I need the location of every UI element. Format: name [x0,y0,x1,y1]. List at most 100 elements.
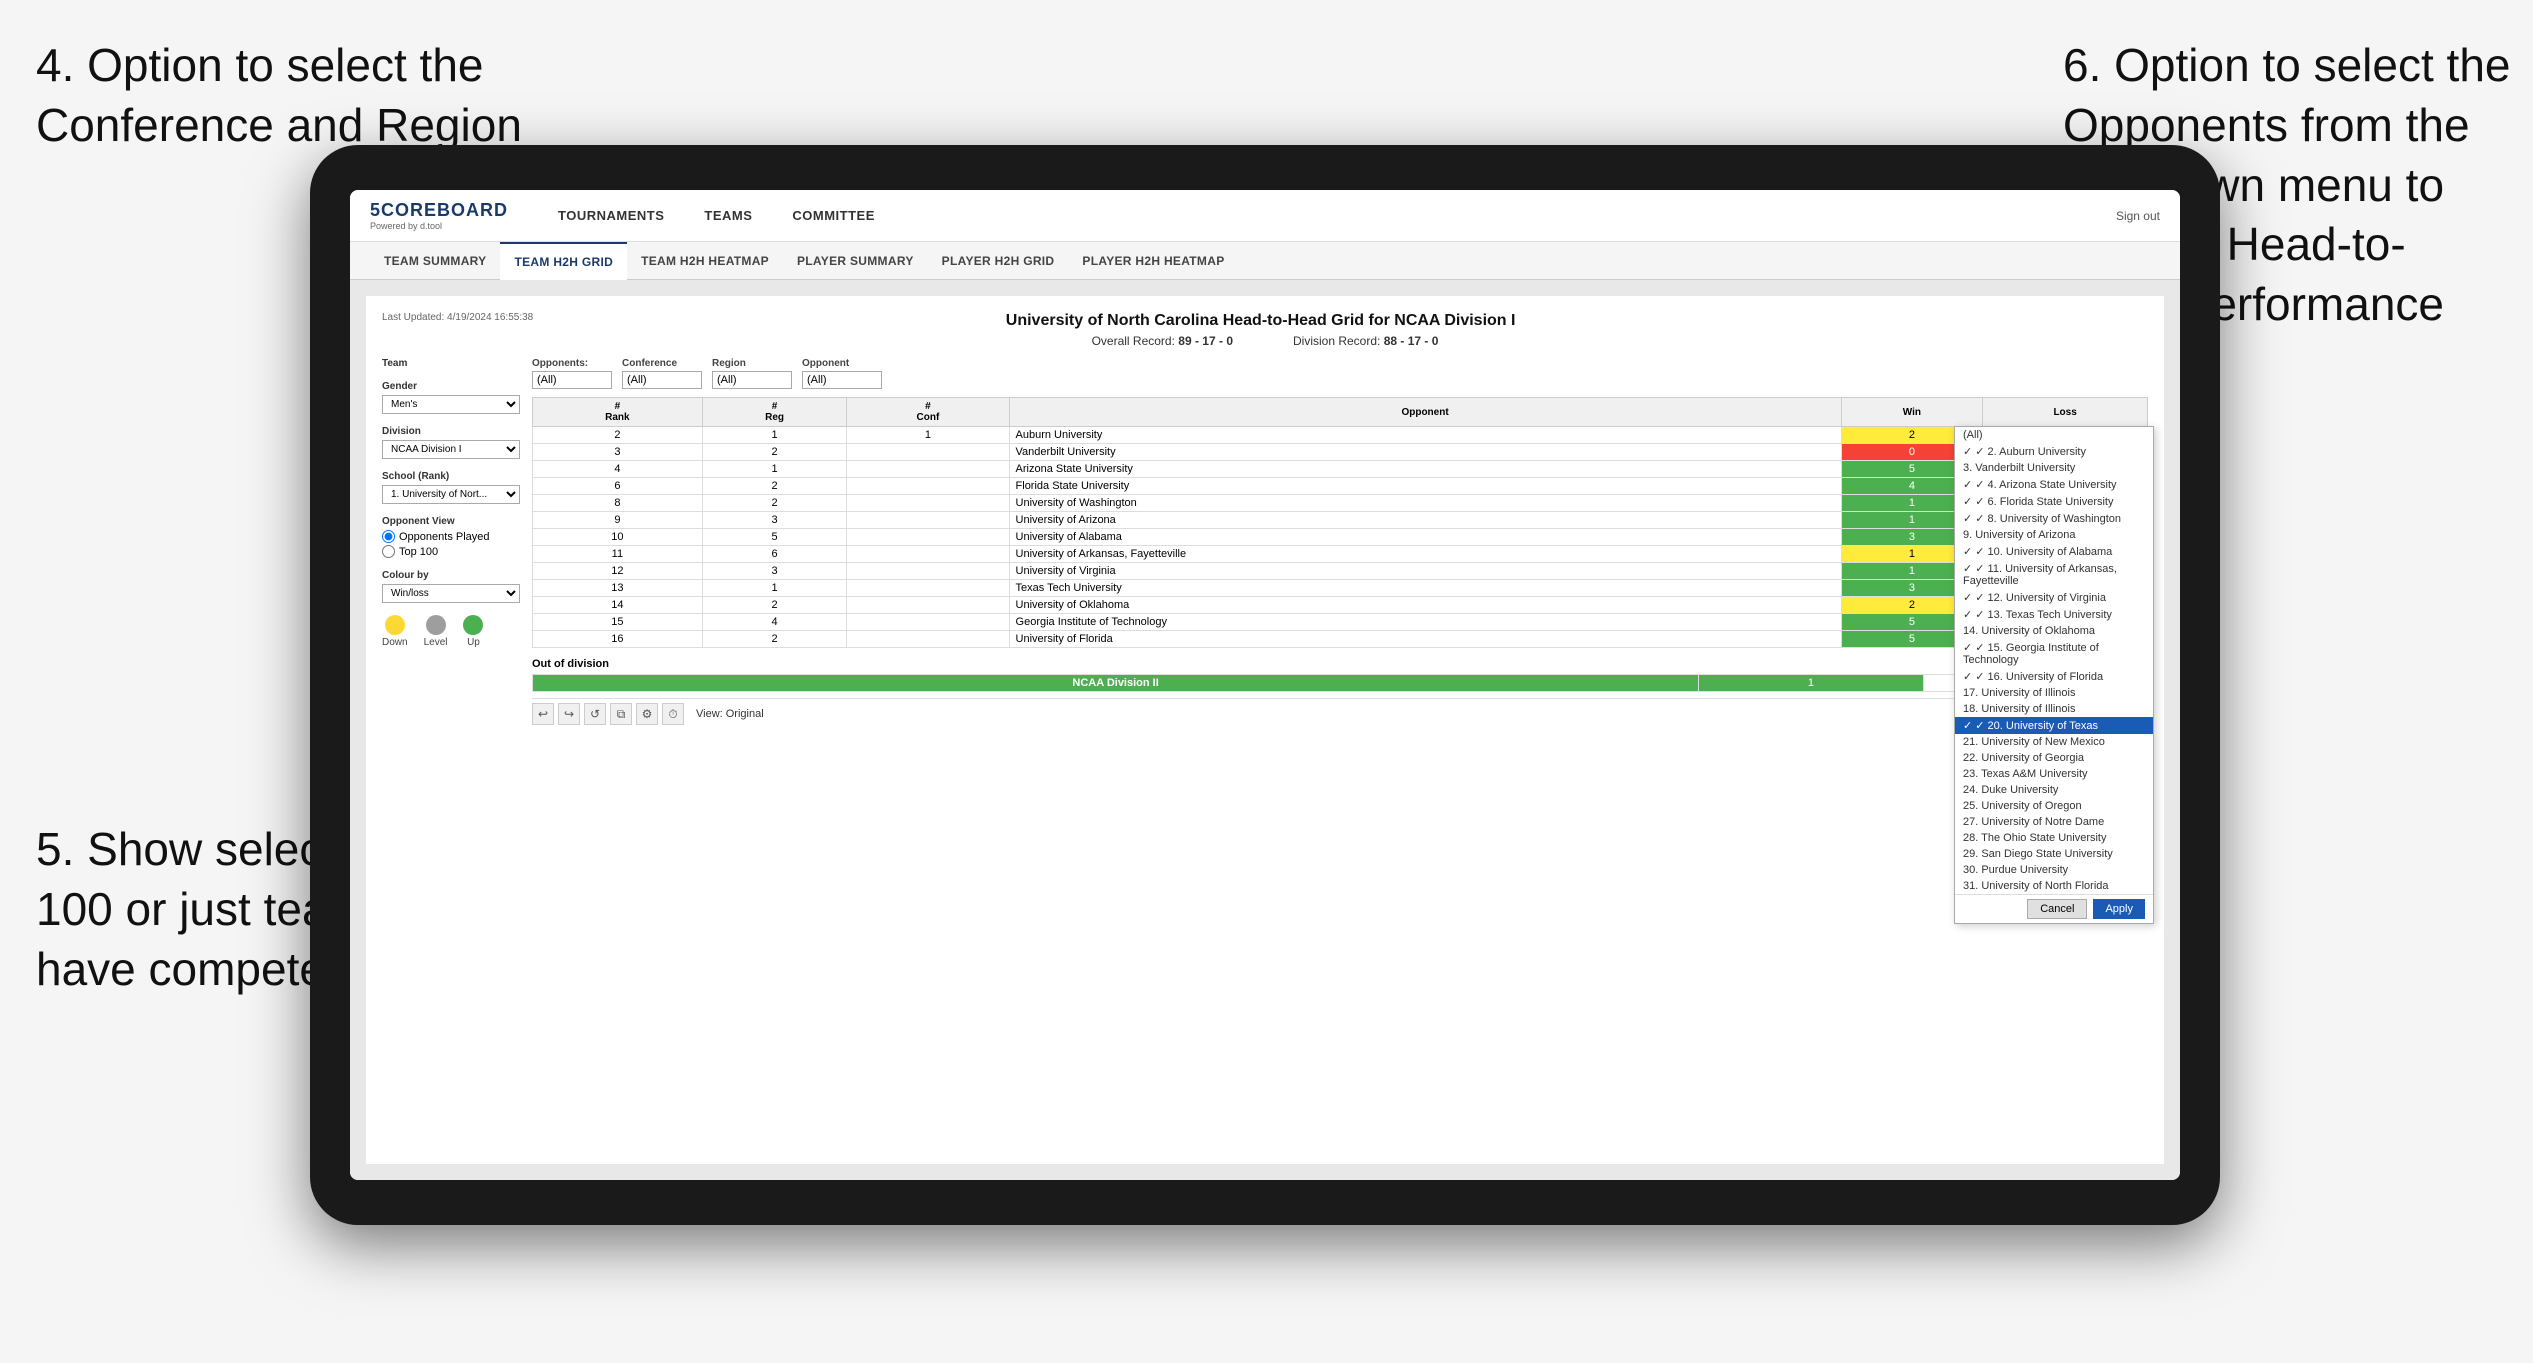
team-section: Team [382,358,520,369]
cancel-button[interactable]: Cancel [2027,899,2087,919]
annotation-top-left: 4. Option to select the Conference and R… [36,36,556,156]
dropdown-item[interactable]: 22. University of Georgia [1955,750,2153,766]
dropdown-item[interactable]: ✓ 16. University of Florida [1955,668,2153,685]
table-header-row: #Rank #Reg #Conf Opponent Win Loss [533,398,2148,427]
dropdown-item[interactable]: ✓ 12. University of Virginia [1955,589,2153,606]
dropdown-item[interactable]: 23. Texas A&M University [1955,766,2153,782]
subnav-player-h2h-heatmap[interactable]: PLAYER H2H HEATMAP [1068,242,1238,280]
subnav-team-h2h-heatmap[interactable]: TEAM H2H HEATMAP [627,242,783,280]
logo-powered: Powered by d.tool [370,221,508,231]
table-row: 2 1 1 Auburn University 2 1 [533,427,2148,444]
dropdown-item[interactable]: ✓ 20. University of Texas [1955,717,2153,734]
undo-button[interactable]: ↩ [532,703,554,725]
col-win: Win [1841,398,1983,427]
dropdown-item[interactable]: ✓ 6. Florida State University [1955,493,2153,510]
dropdown-item[interactable]: 31. University of North Florida [1955,878,2153,894]
legend-down: Down [382,615,408,648]
region-label: Region [712,358,792,369]
cell-reg: 2 [702,597,847,614]
copy-button[interactable]: ⧉ [610,703,632,725]
dropdown-item[interactable]: 9. University of Arizona [1955,527,2153,543]
cell-rank: 4 [533,461,703,478]
subnav-player-summary[interactable]: PLAYER SUMMARY [783,242,928,280]
cell-reg: 1 [702,461,847,478]
cell-reg: 1 [702,427,847,444]
last-updated: Last Updated: 4/19/2024 16:55:38 [382,312,533,323]
legend-up: Up [463,615,483,648]
apply-button[interactable]: Apply [2093,899,2145,919]
dropdown-item[interactable]: 29. San Diego State University [1955,846,2153,862]
nav-committee[interactable]: COMMITTEE [772,190,895,242]
dropdown-item[interactable]: 27. University of Notre Dame [1955,814,2153,830]
dropdown-item[interactable]: ✓ 2. Auburn University [1955,443,2153,460]
filter-row: Opponents: (All) Conference (All) [532,358,2148,389]
cell-rank: 12 [533,563,703,580]
legend-level: Level [424,615,448,648]
nav-signout[interactable]: Sign out [2116,209,2160,223]
table-row: 6 2 Florida State University 4 2 [533,478,2148,495]
cell-rank: 6 [533,478,703,495]
cell-reg: 3 [702,563,847,580]
cell-conf [847,495,1009,512]
cell-opponent: University of Washington [1009,495,1841,512]
gender-select[interactable]: Men's [382,395,520,414]
nav-tournaments[interactable]: TOURNAMENTS [538,190,684,242]
dropdown-item[interactable]: ✓ 10. University of Alabama [1955,543,2153,560]
left-panel: Team Gender Men's Division NCAA Division… [382,358,532,729]
school-select[interactable]: 1. University of Nort... [382,485,520,504]
dropdown-item[interactable]: ✓ 13. Texas Tech University [1955,606,2153,623]
data-table: #Rank #Reg #Conf Opponent Win Loss 2 [532,397,2148,648]
dropdown-item[interactable]: 21. University of New Mexico [1955,734,2153,750]
cell-conf [847,529,1009,546]
cell-conf [847,478,1009,495]
dropdown-item[interactable]: ✓ 8. University of Washington [1955,510,2153,527]
cell-rank: 14 [533,597,703,614]
dropdown-item[interactable]: 24. Duke University [1955,782,2153,798]
cell-reg: 2 [702,478,847,495]
nav-teams[interactable]: TEAMS [684,190,772,242]
radio-opponents-played[interactable]: Opponents Played [382,530,520,543]
dropdown-item[interactable]: (All) [1955,427,2153,443]
col-reg: #Reg [702,398,847,427]
division-select[interactable]: NCAA Division I [382,440,520,459]
region-select[interactable]: (All) [712,371,792,389]
filter-opponent: Opponent (All) [802,358,882,389]
opponents-label: Opponents: [532,358,612,369]
dropdown-item[interactable]: 18. University of Illinois [1955,701,2153,717]
table-row: 9 3 University of Arizona 1 0 [533,512,2148,529]
clock-button[interactable]: ⏱ [662,703,684,725]
subnav-team-h2h-grid[interactable]: TEAM H2H GRID [500,242,627,280]
dropdown-item[interactable]: 17. University of Illinois [1955,685,2153,701]
legend-dot-level [426,615,446,635]
cell-reg: 2 [702,444,847,461]
cell-reg: 1 [702,580,847,597]
dropdown-item[interactable]: 3. Vanderbilt University [1955,460,2153,476]
radio-top-100[interactable]: Top 100 [382,545,520,558]
dropdown-item[interactable]: 25. University of Oregon [1955,798,2153,814]
redo-button[interactable]: ↪ [558,703,580,725]
dropdown-item[interactable]: ✓ 4. Arizona State University [1955,476,2153,493]
dropdown-item[interactable]: 14. University of Oklahoma [1955,623,2153,639]
dropdown-item[interactable]: 30. Purdue University [1955,862,2153,878]
subnav-player-h2h-grid[interactable]: PLAYER H2H GRID [928,242,1069,280]
nav-links: TOURNAMENTS TEAMS COMMITTEE [538,190,895,242]
opponent-select[interactable]: (All) [802,371,882,389]
table-row: 14 2 University of Oklahoma 2 2 [533,597,2148,614]
tablet-frame: 5COREBOARD Powered by d.tool TOURNAMENTS… [310,145,2220,1225]
cell-reg: 3 [702,512,847,529]
logo-area: 5COREBOARD Powered by d.tool [370,200,508,231]
cell-reg: 6 [702,546,847,563]
dropdown-item[interactable]: 28. The Ohio State University [1955,830,2153,846]
table-row: 16 2 University of Florida 5 1 [533,631,2148,648]
cell-opponent: Auburn University [1009,427,1841,444]
colour-by-select[interactable]: Win/loss [382,584,520,603]
dropdown-item[interactable]: ✓ 15. Georgia Institute of Technology [1955,639,2153,668]
settings-button[interactable]: ⚙ [636,703,658,725]
conference-select[interactable]: (All) [622,371,702,389]
opponents-select[interactable]: (All) [532,371,612,389]
subnav-team-summary[interactable]: TEAM SUMMARY [370,242,500,280]
dropdown-item[interactable]: ✓ 11. University of Arkansas, Fayettevil… [1955,560,2153,589]
view-label: View: Original [696,708,764,720]
opponent-dropdown[interactable]: (All)✓ 2. Auburn University 3. Vanderbil… [1954,426,2154,924]
refresh-button[interactable]: ↺ [584,703,606,725]
